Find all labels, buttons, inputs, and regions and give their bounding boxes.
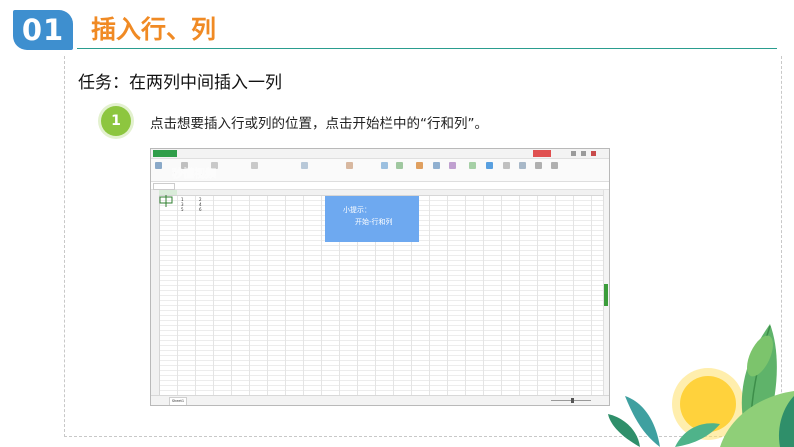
spreadsheet-statusbar: Sheet1	[151, 395, 609, 405]
spreadsheet-titlebar	[151, 149, 609, 159]
task-text: 任务：在两列中间插入一列	[78, 73, 282, 93]
section-number-badge: 01	[13, 10, 73, 50]
header-divider	[77, 48, 777, 49]
symbol-icon	[551, 162, 558, 169]
tip-title: 小提示：	[343, 206, 371, 214]
table-style-icon	[381, 162, 388, 169]
watermark-logo: 秒懂视频	[172, 166, 217, 181]
plant-decoration	[608, 324, 794, 447]
conditional-format-icon	[346, 162, 353, 169]
login-button	[533, 150, 551, 157]
spreadsheet-screenshot: 1 2 3 4 5 6 秒懂视频 小提示： 开始-行和列 Sheet1	[150, 148, 610, 406]
section-title: 插入行、列	[91, 15, 217, 44]
sort-icon	[449, 162, 456, 169]
wps-logo	[153, 150, 177, 157]
svg-text:秒懂视频: 秒懂视频	[172, 166, 216, 180]
tip-content: 开始-行和列	[355, 218, 393, 226]
cell-cursor-icon	[159, 195, 173, 207]
paste-icon	[155, 162, 162, 169]
close-icon	[591, 151, 596, 156]
sum-icon	[416, 162, 423, 169]
step-instruction: 点击想要插入行或列的位置，点击开始栏中的“行和列”。	[150, 116, 488, 132]
tip-box: 小提示： 开始-行和列	[325, 196, 419, 242]
maximize-icon	[581, 151, 586, 156]
worksheet-icon	[503, 162, 510, 169]
formula-bar	[151, 182, 609, 190]
cell-value: 5	[181, 207, 184, 212]
filter-icon	[433, 162, 440, 169]
step-number-circle: 1	[101, 106, 131, 136]
minimize-icon	[571, 151, 576, 156]
sheet-tab: Sheet1	[169, 397, 187, 405]
row-headers	[151, 190, 160, 395]
name-box	[153, 183, 175, 190]
cell-value: 6	[199, 207, 202, 212]
freeze-icon	[519, 162, 526, 169]
cell-style-icon	[396, 162, 403, 169]
number-format-icon	[301, 162, 308, 169]
find-icon	[535, 162, 542, 169]
align-icon	[251, 162, 258, 169]
zoom-handle	[571, 398, 574, 403]
slide: 01 插入行、列 任务：在两列中间插入一列 1 点击想要插入行或列的位置，点击开…	[0, 0, 794, 447]
format-icon	[469, 162, 476, 169]
rows-columns-icon	[486, 162, 493, 169]
